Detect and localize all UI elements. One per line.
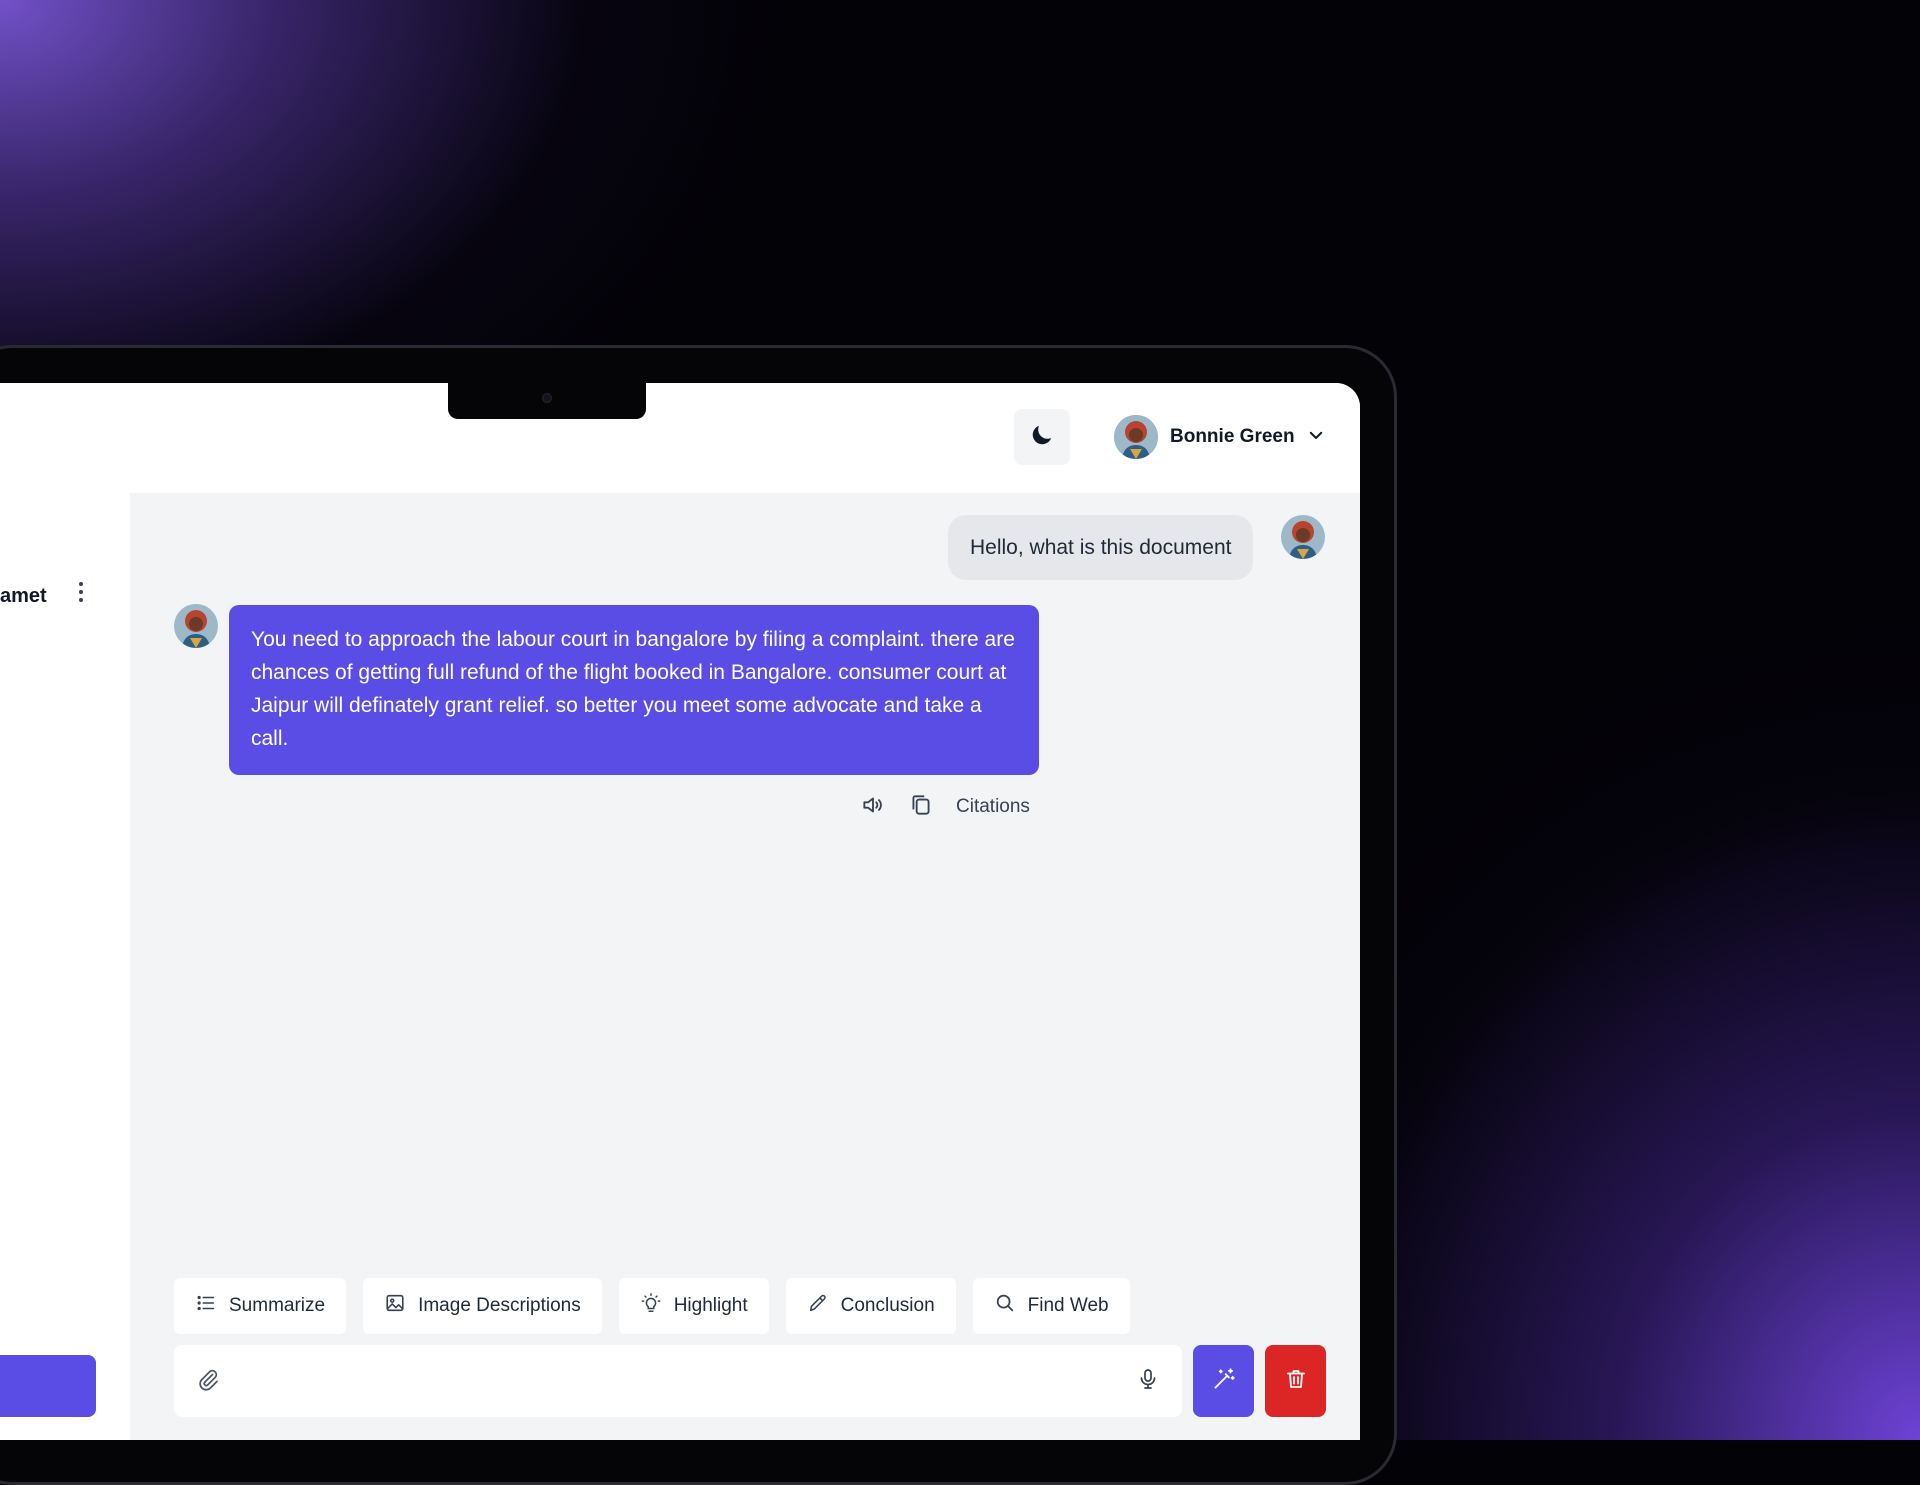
image-descriptions-button[interactable]: Image Descriptions [363,1278,602,1334]
avatar [1114,415,1158,459]
pencil-icon [807,1292,829,1320]
speaker-icon[interactable] [860,792,886,823]
citations-link[interactable]: Citations [956,796,1030,818]
moon-icon [1029,422,1055,453]
search-icon [994,1292,1016,1320]
message-input[interactable] [236,1368,1120,1394]
message-composer [174,1345,1182,1417]
chevron-down-icon [1307,426,1325,449]
find-web-button[interactable]: Find Web [972,1278,1130,1334]
lightbulb-icon [640,1292,662,1320]
conclusion-button[interactable]: Conclusion [785,1278,956,1334]
assistant-message-avatar [174,604,218,648]
copy-icon[interactable] [908,792,934,823]
list-icon [195,1292,217,1320]
magic-wand-icon [1211,1366,1237,1397]
summarize-button[interactable]: Summarize [174,1278,347,1334]
user-menu[interactable]: Bonnie Green [1114,413,1325,461]
image-icon [384,1292,406,1320]
kebab-menu-icon[interactable] [74,577,88,607]
user-message: Hello, what is this document [948,515,1254,580]
chip-label: Highlight [673,1295,748,1316]
chip-label: Summarize [229,1295,326,1316]
paperclip-icon[interactable] [196,1367,220,1396]
microphone-icon[interactable] [1136,1367,1160,1396]
camera-icon [542,393,552,403]
user-name: Bonnie Green [1170,426,1295,447]
message-actions: Citations [860,790,1030,824]
sidebar-item-label[interactable]: amet [0,585,47,608]
chip-label: Image Descriptions [418,1295,581,1316]
chip-label: Find Web [1027,1295,1109,1316]
generate-button[interactable] [1193,1345,1254,1417]
chip-label: Conclusion [840,1295,935,1316]
camera-notch [448,383,646,419]
top-bar: Bonnie Green [0,383,1360,493]
delete-button[interactable] [1265,1345,1326,1417]
theme-toggle-button[interactable] [1014,409,1070,465]
sidebar: amet [0,493,130,1440]
sidebar-primary-button[interactable] [0,1355,96,1417]
user-message-avatar [1281,515,1325,559]
highlight-button[interactable]: Highlight [618,1278,769,1334]
assistant-message: You need to approach the labour court in… [229,605,1039,775]
trash-icon [1284,1367,1308,1396]
suggestion-chips: Summarize Image Descriptions Highlight C… [174,1278,1130,1334]
